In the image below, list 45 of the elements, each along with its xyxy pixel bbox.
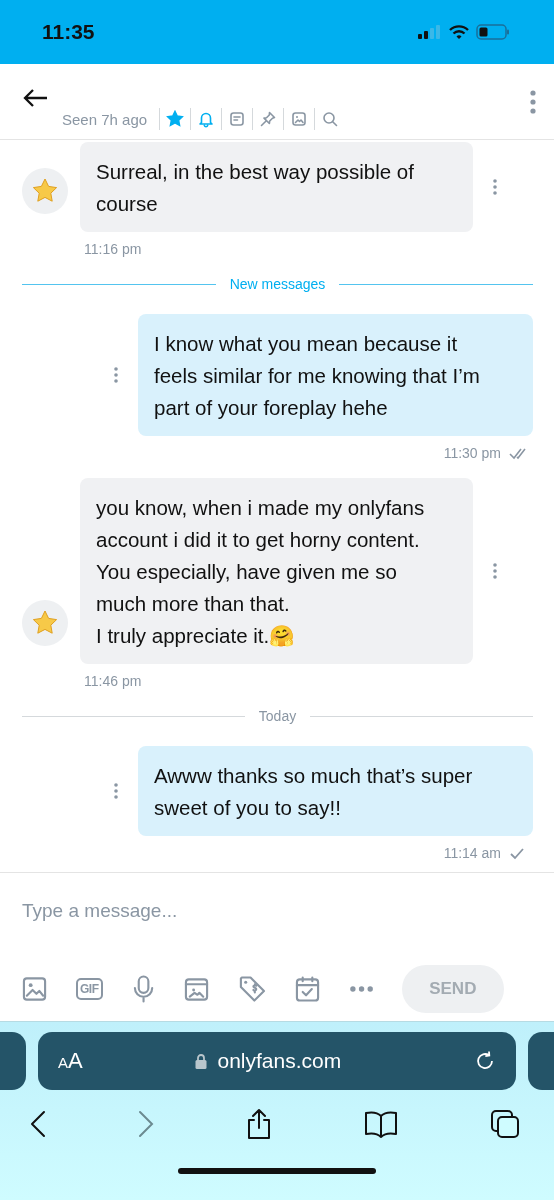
url-text: onlyfans.com [217, 1049, 342, 1073]
more-options-icon[interactable] [530, 90, 536, 114]
message-time: 11:16 pm [84, 241, 142, 257]
message-bubble: you know, when i made my onlyfans account i did it to get horny content. You especially, have given me so much more than that. I truly appreciate it.🤗 [80, 478, 473, 664]
share-icon[interactable] [246, 1108, 272, 1140]
back-arrow-icon[interactable] [22, 88, 48, 108]
more-options-icon[interactable] [114, 783, 118, 799]
message-time: 11:46 pm [84, 673, 142, 689]
search-icon[interactable] [321, 110, 340, 128]
bookmarks-icon[interactable] [364, 1110, 398, 1138]
message-time: 11:30 pm [443, 445, 501, 461]
note-icon[interactable] [228, 110, 247, 128]
image-gallery-icon[interactable] [183, 976, 209, 1002]
tabs-icon[interactable] [490, 1109, 520, 1139]
more-options-icon[interactable] [349, 986, 373, 992]
image-icon[interactable] [22, 976, 47, 1002]
back-icon[interactable] [30, 1110, 46, 1138]
divider-label: New messages [229, 276, 326, 292]
message-bubble: Surreal, in the best way possible of course [80, 142, 473, 232]
address-bar[interactable]: AA onlyfans.com [38, 1032, 516, 1090]
star-icon[interactable] [166, 110, 185, 128]
message-bubble: I know what you mean because it feels similar for me knowing that I’m part of your foreplay hehe [138, 314, 533, 436]
last-seen-text: Seen 7h ago [62, 110, 148, 128]
next-tab-edge[interactable] [528, 1032, 554, 1090]
more-options-icon[interactable] [493, 179, 497, 195]
calendar-check-icon[interactable] [295, 975, 321, 1003]
bell-icon[interactable] [197, 110, 216, 128]
price-tag-icon[interactable] [237, 974, 267, 1004]
more-options-icon[interactable] [114, 367, 118, 383]
forward-icon[interactable] [138, 1110, 154, 1138]
message-time: 11:14 am [443, 845, 501, 861]
reload-icon[interactable] [474, 1050, 496, 1072]
wifi-icon [449, 24, 469, 40]
lock-icon [195, 1053, 208, 1069]
previous-tab-edge[interactable] [0, 1032, 26, 1090]
battery-icon [476, 24, 510, 40]
clock: 11:35 [42, 20, 95, 44]
text-size-button[interactable]: AA [58, 1048, 83, 1074]
signal-icon [418, 25, 442, 39]
pin-icon[interactable] [259, 110, 278, 128]
image-icon[interactable] [290, 110, 309, 128]
microphone-icon[interactable] [131, 974, 155, 1004]
more-options-icon[interactable] [493, 563, 497, 579]
divider-label: Today [258, 708, 297, 724]
message-bubble: Awww thanks so much that’s super sweet of you to say!! [138, 746, 533, 836]
